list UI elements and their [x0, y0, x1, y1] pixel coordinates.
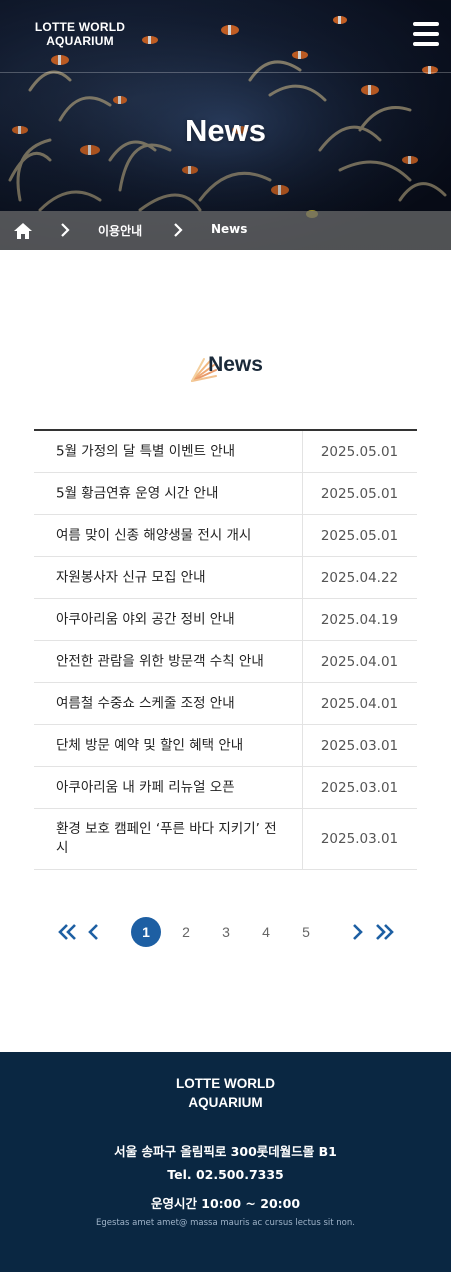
news-title[interactable]: 5월 가정의 달 특별 이벤트 안내: [56, 442, 296, 461]
table-row[interactable]: 5월 가정의 달 특별 이벤트 안내 2025.05.01: [34, 431, 417, 473]
news-date: 2025.05.01: [320, 443, 399, 460]
footer-logo-line-1: LOTTE WORLD: [176, 1076, 275, 1091]
pagination: 1 2 3 4 5: [0, 915, 451, 949]
first-page-icon[interactable]: [58, 923, 78, 941]
news-date: 2025.03.01: [320, 779, 399, 796]
news-date: 2025.05.01: [320, 485, 399, 502]
table-row[interactable]: 아쿠아리움 야외 공간 정비 안내 2025.04.19: [34, 599, 417, 641]
page-button-4[interactable]: 4: [251, 917, 281, 947]
news-title[interactable]: 여름철 수중쇼 스케줄 조정 안내: [56, 694, 296, 713]
news-date: 2025.03.01: [320, 737, 399, 754]
news-title[interactable]: 환경 보호 캠페인 ‘푸른 바다 지키기’ 전시: [56, 820, 286, 858]
news-date: 2025.04.01: [320, 653, 399, 670]
news-title[interactable]: 단체 방문 예약 및 할인 혜택 안내: [56, 736, 296, 755]
hero-banner: LOTTE WORLD AQUARIUM News 이용안내 News: [0, 0, 451, 250]
news-date: 2025.04.01: [320, 695, 399, 712]
footer-note: Egestas amet amet@ massa mauris ac cursu…: [96, 1218, 355, 1228]
news-title[interactable]: 여름 맞이 신종 해양생물 전시 개시: [56, 526, 296, 545]
breadcrumb: 이용안내 News: [0, 211, 451, 250]
footer-logo[interactable]: LOTTE WORLD AQUARIUM: [0, 1074, 451, 1112]
home-icon[interactable]: [13, 222, 33, 240]
news-table: 5월 가정의 달 특별 이벤트 안내 2025.05.01 5월 황금연휴 운영…: [34, 429, 417, 870]
header-divider: [0, 72, 451, 73]
page-button-3[interactable]: 3: [211, 917, 241, 947]
footer-tel: Tel. 02.500.7335: [167, 1167, 284, 1182]
breadcrumb-item-news[interactable]: News: [211, 222, 247, 236]
hamburger-menu-icon[interactable]: [413, 22, 441, 46]
table-row[interactable]: 아쿠아리움 내 카페 리뉴얼 오픈 2025.03.01: [34, 767, 417, 809]
next-page-icon[interactable]: [351, 923, 363, 941]
news-date: 2025.04.19: [320, 611, 399, 628]
breadcrumb-item-guide[interactable]: 이용안내: [98, 222, 142, 239]
table-row[interactable]: 여름 맞이 신종 해양생물 전시 개시 2025.05.01: [34, 515, 417, 557]
news-title[interactable]: 안전한 관람을 위한 방문객 수칙 안내: [56, 652, 296, 671]
last-page-icon[interactable]: [374, 923, 394, 941]
footer-address: 서울 송파구 올림픽로 300롯데월드몰 B1: [114, 1144, 337, 1159]
prev-page-icon[interactable]: [88, 923, 100, 941]
table-row[interactable]: 안전한 관람을 위한 방문객 수칙 안내 2025.04.01: [34, 641, 417, 683]
footer: LOTTE WORLD AQUARIUM 서울 송파구 올림픽로 300롯데월드…: [0, 1052, 451, 1272]
section-title: News: [208, 353, 263, 376]
news-date: 2025.05.01: [320, 527, 399, 544]
news-date: 2025.04.22: [320, 569, 399, 586]
news-title[interactable]: 자원봉사자 신규 모집 안내: [56, 568, 296, 587]
page-button-1[interactable]: 1: [131, 917, 161, 947]
footer-logo-line-2: AQUARIUM: [188, 1095, 263, 1110]
news-title[interactable]: 아쿠아리움 야외 공간 정비 안내: [56, 610, 296, 629]
news-title[interactable]: 5월 황금연휴 운영 시간 안내: [56, 484, 296, 503]
chevron-right-icon: [61, 223, 70, 237]
table-row[interactable]: 단체 방문 예약 및 할인 혜택 안내 2025.03.01: [34, 725, 417, 767]
footer-hours: 운영시간 10:00 ~ 20:00: [150, 1196, 301, 1211]
logo-line-2: AQUARIUM: [46, 34, 114, 48]
section-header: News: [0, 345, 451, 395]
table-row[interactable]: 5월 황금연휴 운영 시간 안내 2025.05.01: [34, 473, 417, 515]
table-row[interactable]: 여름철 수중쇼 스케줄 조정 안내 2025.04.01: [34, 683, 417, 725]
logo-line-1: LOTTE WORLD: [34, 20, 126, 34]
page-title: News: [185, 113, 266, 148]
table-row[interactable]: 환경 보호 캠페인 ‘푸른 바다 지키기’ 전시 2025.03.01: [34, 809, 417, 870]
page-button-2[interactable]: 2: [171, 917, 201, 947]
table-row[interactable]: 자원봉사자 신규 모집 안내 2025.04.22: [34, 557, 417, 599]
page-button-5[interactable]: 5: [291, 917, 321, 947]
news-date: 2025.03.01: [320, 831, 399, 847]
news-title[interactable]: 아쿠아리움 내 카페 리뉴얼 오픈: [56, 778, 296, 797]
site-logo[interactable]: LOTTE WORLD AQUARIUM: [30, 20, 130, 48]
chevron-right-icon: [174, 223, 183, 237]
